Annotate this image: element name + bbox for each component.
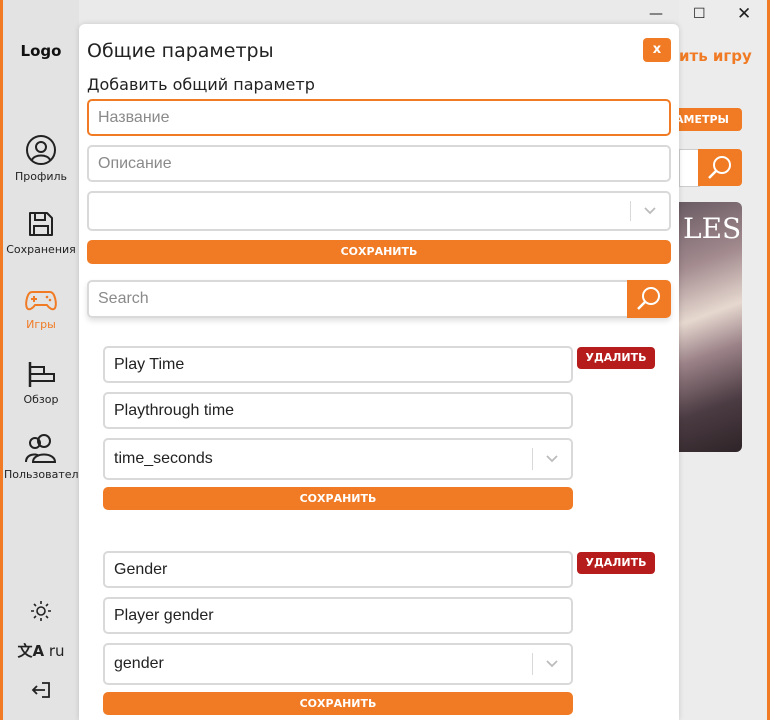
param-type-value: time_seconds — [114, 450, 213, 467]
save-icon — [29, 212, 53, 236]
user-circle-icon — [26, 135, 56, 165]
search-button[interactable] — [627, 280, 671, 318]
chevron-down-icon[interactable] — [630, 201, 669, 221]
param-description-value: Player gender — [114, 606, 214, 624]
close-button[interactable]: x — [643, 38, 671, 62]
sun-icon — [31, 601, 51, 621]
save-new-param-button[interactable]: СОХРАНИТЬ — [87, 240, 671, 264]
language-switcher[interactable]: 文A ru — [3, 640, 79, 661]
search-placeholder: Search — [98, 290, 149, 307]
param-name-input[interactable]: Play Time — [103, 346, 573, 383]
sidebar-item-overview[interactable]: Обзор — [3, 359, 79, 406]
param-description-input[interactable]: Player gender — [103, 597, 573, 634]
users-icon — [25, 434, 57, 463]
modal-title: Общие параметры — [87, 40, 274, 62]
logout-icon — [31, 682, 50, 698]
parameters-button[interactable]: АМЕТРЫ — [676, 108, 742, 131]
theme-toggle[interactable] — [3, 600, 79, 626]
sidebar-item-saves[interactable]: Сохранения — [3, 209, 79, 256]
overview-icon — [28, 362, 55, 387]
logout-button[interactable] — [3, 680, 79, 704]
param-type-value: gender — [114, 655, 164, 672]
logo: Logo — [20, 42, 62, 60]
description-placeholder: Описание — [98, 154, 172, 172]
sidebar-item-users[interactable]: Пользователи — [3, 432, 80, 481]
minimize-icon[interactable]: — — [649, 6, 663, 22]
save-param-button[interactable]: СОХРАНИТЬ — [103, 692, 573, 715]
name-placeholder: Название — [98, 108, 170, 126]
description-input[interactable]: Описание — [87, 145, 671, 182]
add-section-title: Добавить общий параметр — [87, 75, 315, 94]
background-search-button[interactable] — [698, 149, 742, 186]
save-param-button[interactable]: СОХРАНИТЬ — [103, 487, 573, 510]
language-label: ru — [48, 642, 65, 660]
param-description-value: Playthrough time — [114, 401, 235, 419]
game-cover-text: LES — [683, 212, 742, 245]
sidebar-item-label: Профиль — [14, 170, 68, 183]
param-type-select[interactable]: gender — [103, 643, 573, 685]
delete-param-button[interactable]: УДАЛИТЬ — [577, 552, 655, 574]
delete-param-button[interactable]: УДАЛИТЬ — [577, 347, 655, 369]
param-name-value: Play Time — [114, 355, 185, 373]
gamepad-icon — [25, 291, 57, 311]
type-select[interactable] — [87, 191, 671, 231]
add-game-link[interactable]: ить игру — [679, 47, 752, 65]
maximize-icon[interactable]: ☐ — [693, 6, 706, 22]
search-input[interactable]: Search — [87, 280, 629, 318]
sidebar-item-label: Сохранения — [6, 243, 76, 256]
chevron-down-icon[interactable] — [532, 448, 571, 470]
search-icon — [637, 287, 660, 310]
name-input[interactable]: Название — [87, 99, 671, 136]
search-icon — [708, 156, 731, 179]
general-parameters-modal: Общие параметры x Добавить общий парамет… — [79, 24, 679, 720]
param-search: Search — [87, 280, 671, 318]
sidebar-item-label: Пользователи — [4, 468, 80, 481]
param-description-input[interactable]: Playthrough time — [103, 392, 573, 429]
param-name-value: Gender — [114, 560, 168, 578]
param-type-select[interactable]: time_seconds — [103, 438, 573, 480]
sidebar-item-profile[interactable]: Профиль — [3, 134, 79, 183]
chevron-down-icon[interactable] — [532, 653, 571, 675]
close-window-icon[interactable]: ✕ — [737, 4, 751, 24]
sidebar-item-label: Обзор — [23, 393, 59, 406]
param-name-input[interactable]: Gender — [103, 551, 573, 588]
translate-icon: 文A — [17, 642, 45, 660]
sidebar-item-label: Игры — [26, 318, 56, 331]
background-search-input[interactable] — [679, 149, 700, 187]
sidebar: Logo Профиль Сохранения Игры Обзор Польз… — [3, 0, 80, 720]
sidebar-item-games[interactable]: Игры — [3, 284, 79, 331]
